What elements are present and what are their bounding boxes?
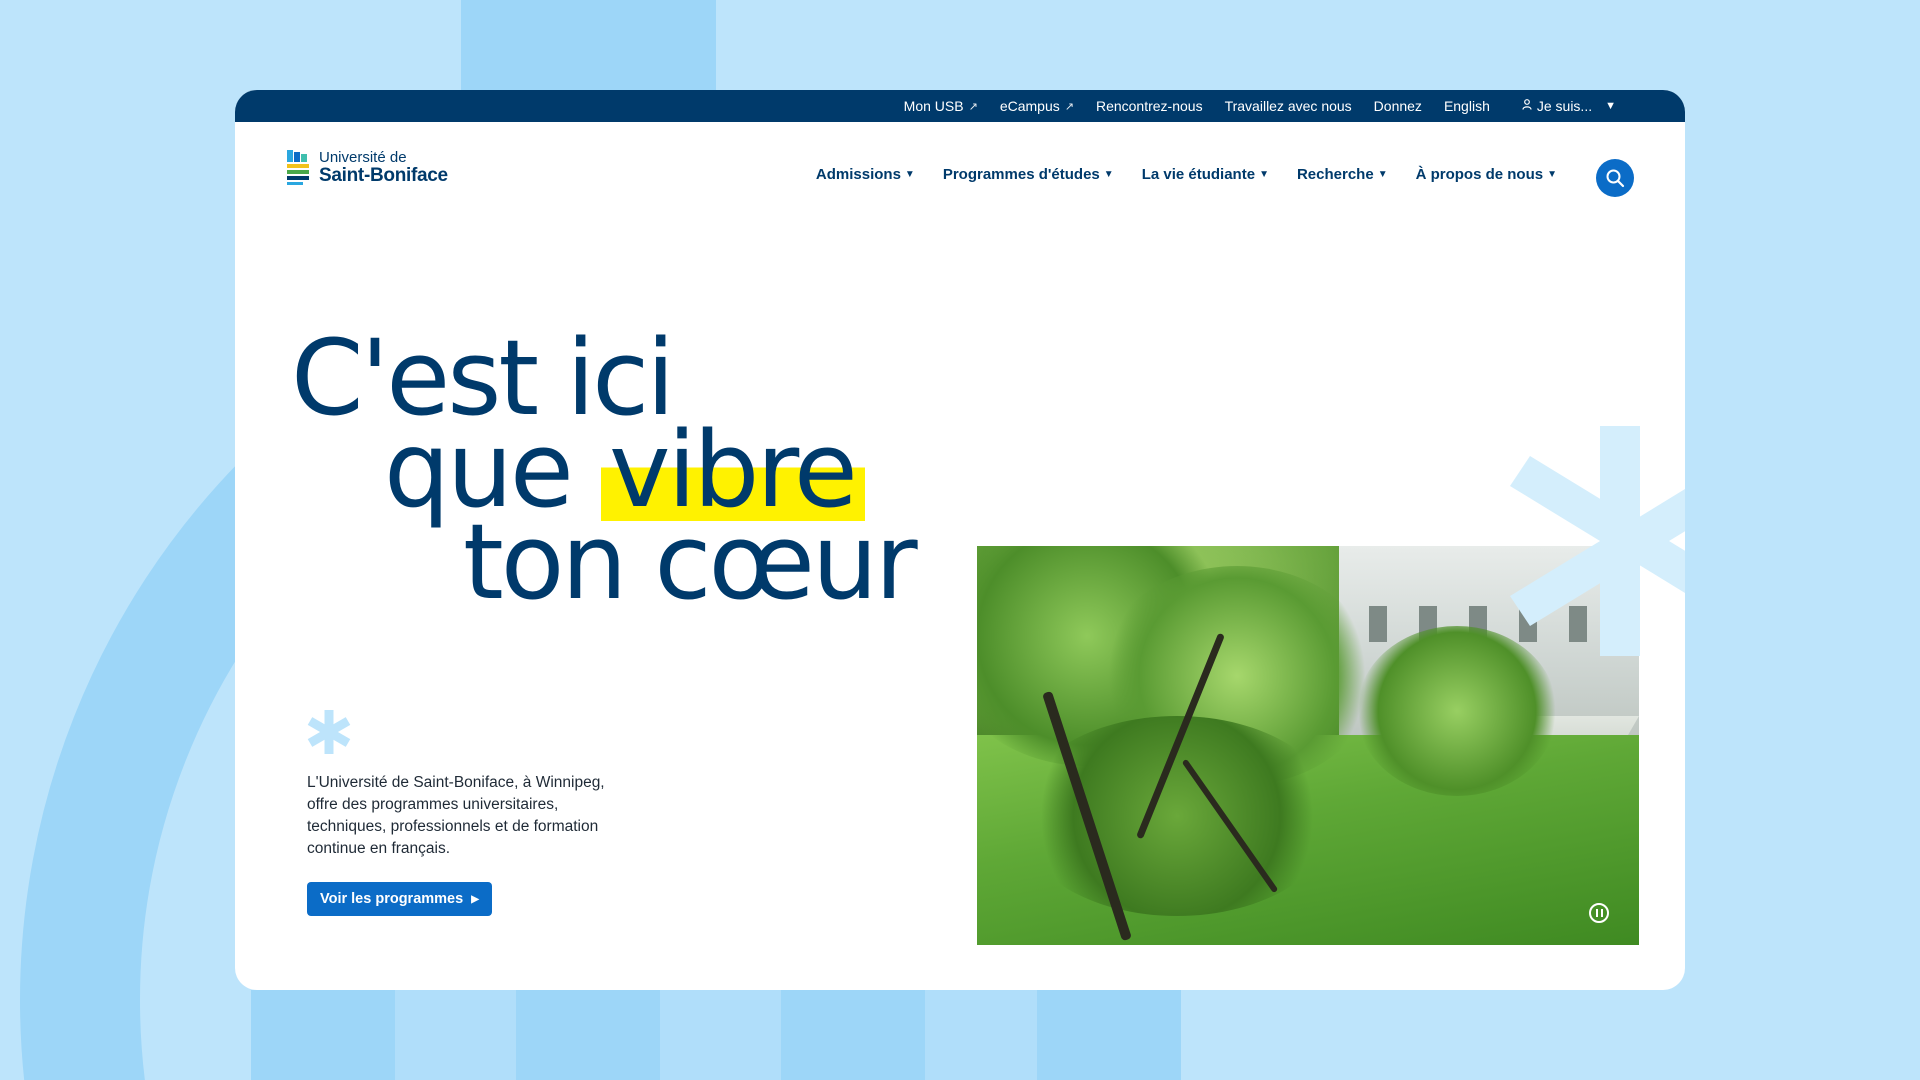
background-stripe	[1037, 990, 1181, 1080]
caret-down-icon: ▼	[904, 169, 915, 180]
background-arch	[0, 230, 240, 1080]
nav-item-recherche[interactable]: Recherche ▼	[1283, 166, 1402, 183]
asterisk-icon	[307, 710, 351, 754]
caret-down-icon: ▼	[1259, 169, 1269, 180]
hero-intro-text: L'Université de Saint-Boniface, à Winnip…	[307, 774, 605, 857]
person-icon	[1522, 99, 1532, 113]
search-icon	[1606, 169, 1625, 188]
audience-dropdown[interactable]: Je suis... ▼	[1511, 98, 1627, 114]
nav-item-label: Recherche	[1296, 166, 1374, 183]
nav-item-label: À propos de nous	[1415, 166, 1544, 183]
pause-video-button[interactable]	[1589, 903, 1609, 923]
nav-item-a-propos[interactable]: À propos de nous ▼	[1402, 166, 1571, 183]
background-stripe	[781, 990, 925, 1080]
utility-link-label: Rencontrez-nous	[1095, 98, 1203, 114]
background-stripe	[516, 990, 660, 1080]
caret-down-icon: ▼	[1103, 169, 1114, 180]
utility-link-english[interactable]: English	[1433, 98, 1501, 114]
nav-item-label: Programmes d'études	[942, 166, 1100, 183]
utility-link-mon-usb[interactable]: Mon USB ↗	[893, 98, 989, 114]
main-header: Université de Saint-Boniface Admissions …	[235, 122, 1685, 232]
logo-mark-icon	[287, 150, 309, 185]
utility-link-label: Travaillez avec nous	[1224, 98, 1352, 114]
utility-link-label: English	[1443, 98, 1490, 114]
university-logo[interactable]: Université de Saint-Boniface	[285, 148, 448, 186]
logo-line1: Université de	[319, 148, 407, 166]
view-programs-button[interactable]: Voir les programmes ▶	[307, 882, 492, 916]
search-button[interactable]	[1596, 159, 1634, 197]
caret-down-icon: ▼	[1605, 100, 1616, 112]
nav-item-label: Admissions	[815, 166, 901, 183]
nav-item-label: La vie étudiante	[1141, 166, 1256, 183]
background-block	[461, 0, 716, 92]
utility-link-label: eCampus	[999, 98, 1060, 114]
external-link-icon: ↗	[968, 100, 978, 113]
decorative-asterisk-icon	[1510, 426, 1685, 656]
utility-bar: Mon USB ↗ eCampus ↗ Rencontrez-nous Trav…	[235, 90, 1685, 122]
utility-link-rencontrez-nous[interactable]: Rencontrez-nous	[1085, 98, 1214, 114]
caret-right-icon: ▶	[471, 893, 479, 905]
logo-line2: Saint-Boniface	[319, 164, 448, 186]
utility-link-travaillez-avec-nous[interactable]: Travaillez avec nous	[1214, 98, 1363, 114]
nav-item-admissions[interactable]: Admissions ▼	[802, 166, 929, 183]
nav-item-programmes[interactable]: Programmes d'études ▼	[929, 166, 1128, 183]
background-stripe	[251, 990, 395, 1080]
utility-link-label: Donnez	[1373, 98, 1422, 114]
nav-item-vie-etudiante[interactable]: La vie étudiante ▼	[1128, 166, 1283, 183]
main-nav: Admissions ▼ Programmes d'études ▼ La vi…	[802, 166, 1571, 183]
utility-link-label: Mon USB	[903, 98, 964, 114]
caret-down-icon: ▼	[1547, 169, 1557, 180]
caret-down-icon: ▼	[1377, 169, 1388, 180]
utility-link-ecampus[interactable]: eCampus ↗	[989, 98, 1085, 114]
view-programs-label: Voir les programmes	[320, 891, 464, 907]
utility-link-donnez[interactable]: Donnez	[1363, 98, 1433, 114]
website-window: Mon USB ↗ eCampus ↗ Rencontrez-nous Trav…	[235, 90, 1685, 990]
audience-dropdown-label: Je suis...	[1536, 98, 1593, 114]
hero-headline: C'est ici que vibre ton cœur	[291, 326, 918, 614]
external-link-icon: ↗	[1064, 100, 1074, 113]
pause-icon	[1595, 909, 1598, 917]
